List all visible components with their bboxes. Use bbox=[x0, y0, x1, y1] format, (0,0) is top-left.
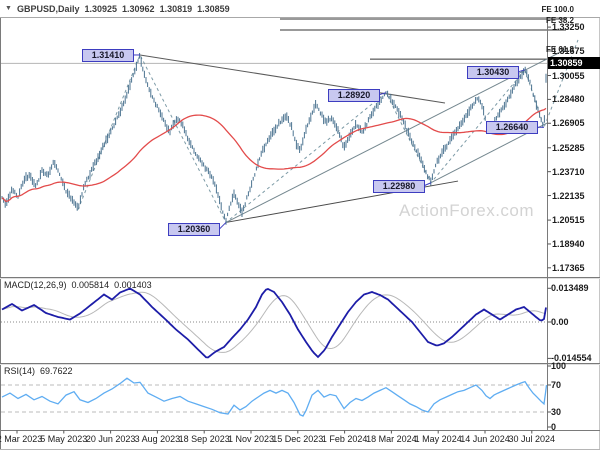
time-tick-label: 20 Jun 2023 bbox=[85, 434, 136, 444]
macd-main-value: 0.005814 bbox=[71, 280, 110, 290]
open-value: 1.30925 bbox=[84, 3, 118, 14]
time-tick-label: 18 Sep 2023 bbox=[178, 434, 230, 444]
chart-window: ▼ GBPUSD,Daily 1.30925 1.30962 1.30819 1… bbox=[0, 0, 600, 450]
macd-tick-label: 0.013489 bbox=[551, 283, 589, 294]
time-tick-label: 18 Mar 2024 bbox=[366, 434, 417, 444]
price-tick-label: 1.30055 bbox=[552, 70, 585, 81]
price-tick-label: 1.17365 bbox=[552, 262, 585, 273]
time-tick-label: 1 Feb 2024 bbox=[321, 434, 368, 444]
rsi-tick-label: 100 bbox=[551, 361, 567, 371]
price-tick-label: 1.18940 bbox=[552, 238, 585, 249]
time-tick-label: 15 Dec 2023 bbox=[272, 434, 324, 444]
price-tick-label: 1.25285 bbox=[552, 142, 585, 153]
macd-tick-label: 0.00 bbox=[551, 317, 569, 327]
symbol-period-label: GBPUSD,Daily bbox=[16, 3, 80, 14]
pivot-price-flag[interactable]: 1.28920 bbox=[328, 88, 380, 102]
rsi-value: 69.7622 bbox=[40, 366, 73, 376]
price-tick-label: 1.31675 bbox=[552, 45, 585, 56]
rsi-indicator-label: RSI(14) 69.7622 bbox=[4, 366, 78, 376]
time-tick-label: 5 May 2023 bbox=[40, 434, 88, 444]
pivot-price-flag[interactable]: 1.22980 bbox=[373, 179, 425, 193]
macd-name: MACD(12,26,9) bbox=[4, 280, 67, 290]
price-tick-label: 1.33250 bbox=[552, 22, 585, 33]
price-tick-label: 1.23710 bbox=[552, 166, 585, 177]
time-tick-label: 22 Mar 2023 bbox=[0, 434, 43, 444]
rsi-name: RSI(14) bbox=[4, 366, 36, 376]
time-tick-label: 30 Jul 2024 bbox=[508, 434, 556, 444]
rsi-tick-label: 0 bbox=[551, 422, 557, 432]
chart-titlebar: ▼ GBPUSD,Daily 1.30925 1.30962 1.30819 1… bbox=[0, 0, 600, 17]
rsi-tick-label: 30 bbox=[551, 406, 562, 417]
high-value: 1.30962 bbox=[122, 3, 155, 14]
pivot-price-flag[interactable]: 1.26640 bbox=[486, 121, 538, 135]
price-tick-label: 1.20515 bbox=[552, 215, 585, 226]
pivot-price-flag[interactable]: 1.31410 bbox=[82, 48, 134, 62]
price-tick-label: 1.28480 bbox=[552, 94, 585, 105]
watermark: ActionForex.com bbox=[399, 201, 535, 220]
pivot-price-flag[interactable]: 1.20360 bbox=[168, 223, 220, 237]
low-value: 1.30819 bbox=[159, 3, 193, 14]
price-tick-label: 1.22135 bbox=[552, 190, 585, 201]
close-value: 1.30859 bbox=[197, 3, 230, 14]
time-tick-label: 3 Aug 2023 bbox=[134, 434, 181, 444]
pivot-price-flag[interactable]: 1.30430 bbox=[467, 65, 519, 79]
fib-extension-label-100[interactable]: FE 100.0 bbox=[542, 5, 574, 14]
current-price-tag: 1.30859 bbox=[548, 57, 600, 70]
macd-indicator-label: MACD(12,26,9) 0.005814 0.001403 bbox=[4, 280, 157, 290]
rsi-tick-label: 70 bbox=[551, 379, 562, 390]
time-tick-label: 1 May 2024 bbox=[414, 434, 462, 444]
time-tick-label: 1 Nov 2023 bbox=[227, 434, 275, 444]
chevron-down-icon[interactable]: ▼ bbox=[5, 5, 12, 12]
time-tick-label: 14 Jun 2024 bbox=[460, 434, 510, 444]
price-tick-label: 1.26905 bbox=[552, 118, 585, 129]
macd-signal-value: 0.001403 bbox=[114, 280, 152, 290]
